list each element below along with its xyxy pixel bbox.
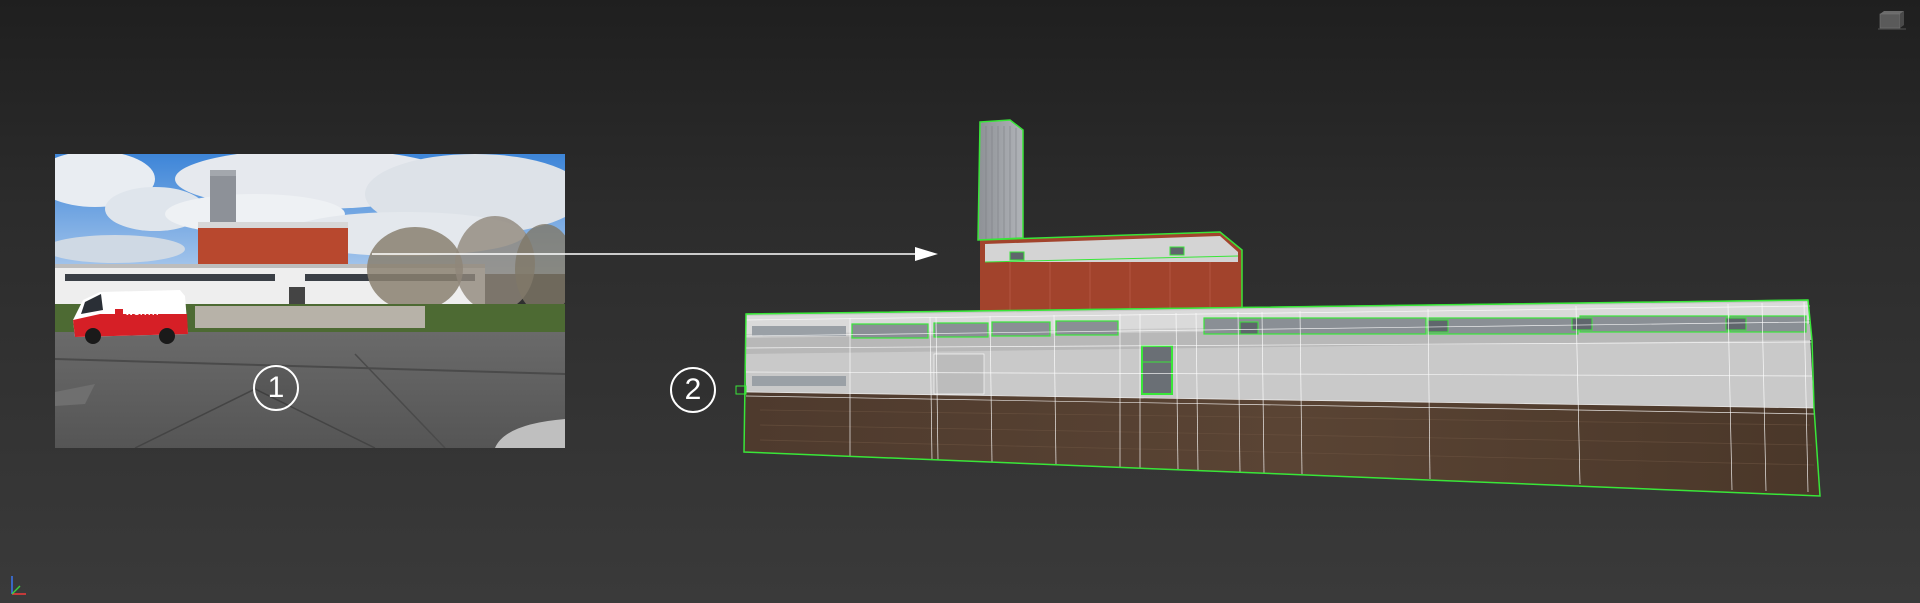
facade-mesh[interactable] [746,300,1814,408]
brick-block-mesh[interactable] [979,231,1243,312]
chimney-mesh[interactable] [977,119,1024,241]
3d-building-model[interactable] [0,0,1920,603]
model-marker-badge: 2 [670,367,716,413]
terrain-mesh[interactable] [744,392,1820,496]
3d-viewport[interactable]: WÜRTH 1 2 [0,0,1920,603]
axis-gizmo-icon [11,576,26,595]
view-cube-icon[interactable] [1876,8,1906,30]
